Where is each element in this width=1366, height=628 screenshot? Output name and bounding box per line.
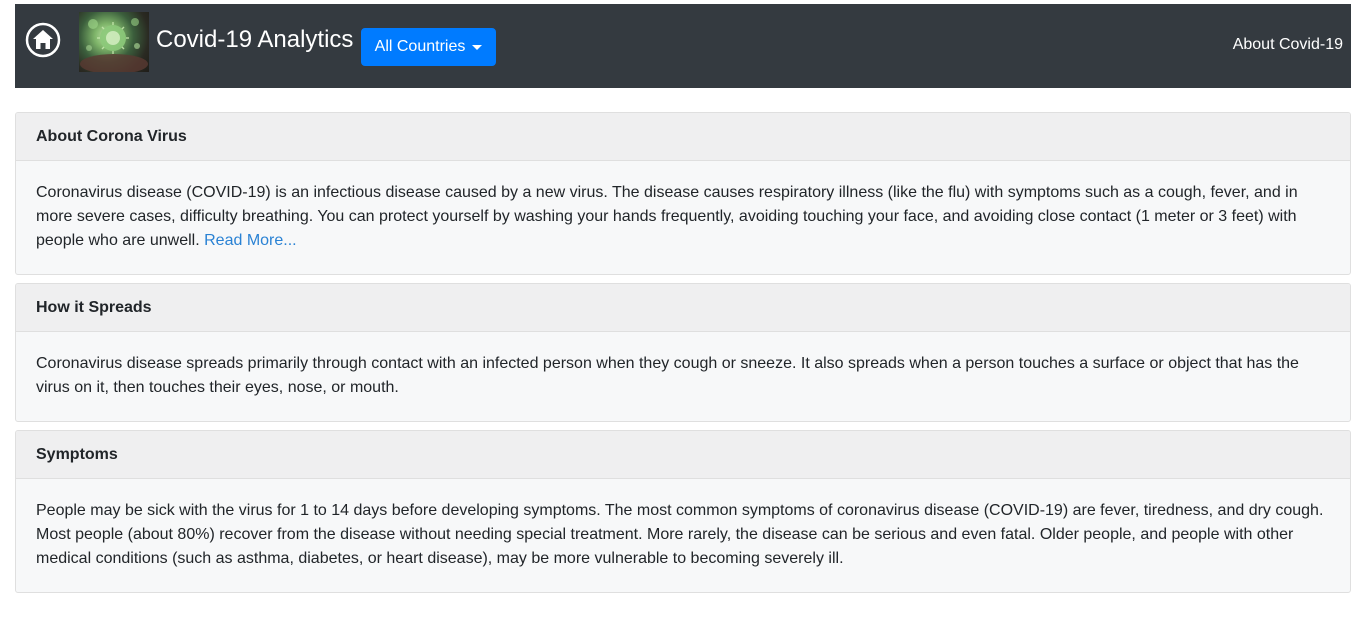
virus-image-logo — [79, 12, 149, 72]
top-navbar: Covid-19 Analytics All Countries About C… — [15, 4, 1351, 88]
card-header: About Corona Virus — [16, 113, 1350, 161]
dropdown-label: All Countries — [374, 38, 466, 55]
card-header: How it Spreads — [16, 284, 1350, 332]
read-more-link[interactable]: Read More... — [204, 232, 296, 249]
card-text: People may be sick with the virus for 1 … — [36, 502, 1324, 567]
card-body: People may be sick with the virus for 1 … — [16, 479, 1350, 571]
card-how-it-spreads: How it Spreads Coronavirus disease sprea… — [15, 283, 1351, 422]
card-header: Symptoms — [16, 431, 1350, 479]
caret-down-icon — [472, 44, 483, 50]
card-body: Coronavirus disease (COVID-19) is an inf… — [16, 161, 1350, 253]
card-about-corona-virus: About Corona Virus Coronavirus disease (… — [15, 112, 1351, 275]
card-body: Coronavirus disease spreads primarily th… — [16, 332, 1350, 400]
card-text: Coronavirus disease spreads primarily th… — [36, 355, 1299, 396]
home-icon[interactable] — [25, 22, 61, 58]
country-dropdown-button[interactable]: All Countries — [361, 28, 496, 66]
card-symptoms: Symptoms People may be sick with the vir… — [15, 430, 1351, 593]
about-covid-link[interactable]: About Covid-19 — [1233, 35, 1343, 55]
brand-title[interactable]: Covid-19 Analytics — [156, 26, 353, 54]
